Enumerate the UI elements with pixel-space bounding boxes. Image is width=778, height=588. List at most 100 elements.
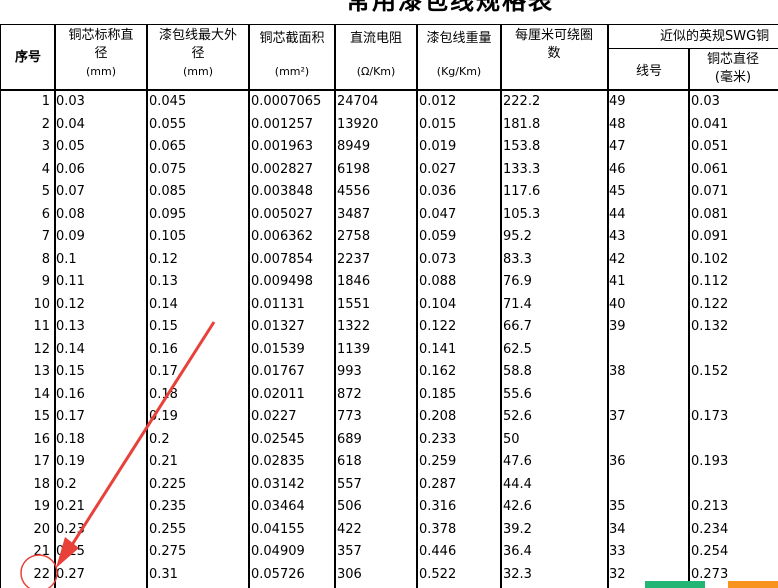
cell-enamel-dia[interactable]: 0.21 [149,451,245,473]
cell-swg-no[interactable]: 46 [609,159,685,181]
cell-resistance[interactable]: 24704 [337,91,413,113]
cell-turns[interactable]: 76.9 [503,271,603,293]
cell-copper-dia[interactable]: 0.12 [56,294,144,316]
cell-copper-dia[interactable]: 0.07 [56,181,144,203]
cell-seq[interactable]: 12 [0,339,50,361]
cell-seq[interactable]: 3 [0,136,50,158]
cell-swg-no[interactable]: 33 [609,541,685,563]
cell-copper-dia[interactable]: 0.1 [56,249,144,271]
cell-resistance[interactable]: 306 [337,564,413,586]
cell-seq[interactable]: 9 [0,271,50,293]
cell-copper-dia[interactable]: 0.13 [56,316,144,338]
cell-weight[interactable]: 0.446 [419,541,497,563]
cell-enamel-dia[interactable]: 0.13 [149,271,245,293]
cell-seq[interactable]: 4 [0,159,50,181]
cell-area[interactable]: 0.02011 [251,384,331,406]
cell-copper-dia[interactable]: 0.18 [56,429,144,451]
cell-weight[interactable]: 0.208 [419,406,497,428]
cell-seq[interactable]: 1 [0,91,50,113]
cell-enamel-dia[interactable]: 0.065 [149,136,245,158]
cell-seq[interactable]: 16 [0,429,50,451]
cell-copper-dia[interactable]: 0.17 [56,406,144,428]
cell-resistance[interactable]: 506 [337,496,413,518]
cell-area[interactable]: 0.005027 [251,204,331,226]
cell-area[interactable]: 0.02545 [251,429,331,451]
cell-copper-dia[interactable]: 0.21 [56,496,144,518]
cell-turns[interactable]: 42.6 [503,496,603,518]
cell-resistance[interactable]: 3487 [337,204,413,226]
cell-resistance[interactable]: 689 [337,429,413,451]
cell-swg-no[interactable] [609,429,685,451]
cell-enamel-dia[interactable]: 0.045 [149,91,245,113]
cell-swg-no[interactable]: 37 [609,406,685,428]
cell-copper-dia[interactable]: 0.09 [56,226,144,248]
cell-resistance[interactable]: 557 [337,474,413,496]
cell-swg-dia[interactable]: 0.081 [691,204,775,226]
cell-turns[interactable]: 222.2 [503,91,603,113]
cell-turns[interactable]: 32.3 [503,564,603,586]
cell-swg-dia[interactable]: 0.091 [691,226,775,248]
cell-swg-dia[interactable]: 0.173 [691,406,775,428]
cell-swg-no[interactable]: 40 [609,294,685,316]
cell-area[interactable]: 0.002827 [251,159,331,181]
cell-weight[interactable]: 0.059 [419,226,497,248]
cell-resistance[interactable]: 1551 [337,294,413,316]
cell-seq[interactable]: 2 [0,114,50,136]
cell-swg-no[interactable]: 36 [609,451,685,473]
cell-copper-dia[interactable]: 0.14 [56,339,144,361]
cell-swg-no[interactable]: 39 [609,316,685,338]
cell-area[interactable]: 0.05726 [251,564,331,586]
cell-resistance[interactable]: 13920 [337,114,413,136]
cell-swg-no[interactable]: 45 [609,181,685,203]
cell-resistance[interactable]: 872 [337,384,413,406]
cell-swg-dia[interactable] [691,474,775,496]
cell-copper-dia[interactable]: 0.23 [56,519,144,541]
cell-swg-dia[interactable]: 0.254 [691,541,775,563]
cell-copper-dia[interactable]: 0.05 [56,136,144,158]
cell-swg-dia[interactable]: 0.193 [691,451,775,473]
cell-weight[interactable]: 0.073 [419,249,497,271]
cell-swg-dia[interactable]: 0.152 [691,361,775,383]
cell-swg-no[interactable] [609,339,685,361]
cell-resistance[interactable]: 4556 [337,181,413,203]
cell-swg-dia[interactable]: 0.051 [691,136,775,158]
cell-seq[interactable]: 14 [0,384,50,406]
cell-seq[interactable]: 13 [0,361,50,383]
cell-seq[interactable]: 11 [0,316,50,338]
cell-copper-dia[interactable]: 0.06 [56,159,144,181]
cell-turns[interactable]: 44.4 [503,474,603,496]
cell-copper-dia[interactable]: 0.11 [56,271,144,293]
cell-swg-no[interactable]: 49 [609,91,685,113]
cell-weight[interactable]: 0.287 [419,474,497,496]
cell-copper-dia[interactable]: 0.27 [56,564,144,586]
cell-turns[interactable]: 50 [503,429,603,451]
cell-weight[interactable]: 0.185 [419,384,497,406]
cell-enamel-dia[interactable]: 0.235 [149,496,245,518]
cell-turns[interactable]: 71.4 [503,294,603,316]
cell-swg-dia[interactable]: 0.102 [691,249,775,271]
cell-weight[interactable]: 0.088 [419,271,497,293]
cell-enamel-dia[interactable]: 0.225 [149,474,245,496]
cell-enamel-dia[interactable]: 0.2 [149,429,245,451]
cell-weight[interactable]: 0.316 [419,496,497,518]
cell-weight[interactable]: 0.233 [419,429,497,451]
cell-swg-dia[interactable]: 0.112 [691,271,775,293]
cell-turns[interactable]: 181.8 [503,114,603,136]
cell-resistance[interactable]: 6198 [337,159,413,181]
cell-enamel-dia[interactable]: 0.16 [149,339,245,361]
cell-area[interactable]: 0.001257 [251,114,331,136]
cell-enamel-dia[interactable]: 0.085 [149,181,245,203]
cell-enamel-dia[interactable]: 0.075 [149,159,245,181]
cell-copper-dia[interactable]: 0.2 [56,474,144,496]
cell-turns[interactable]: 117.6 [503,181,603,203]
cell-enamel-dia[interactable]: 0.12 [149,249,245,271]
cell-turns[interactable]: 47.6 [503,451,603,473]
cell-swg-no[interactable]: 41 [609,271,685,293]
cell-swg-dia[interactable]: 0.234 [691,519,775,541]
cell-enamel-dia[interactable]: 0.19 [149,406,245,428]
cell-weight[interactable]: 0.378 [419,519,497,541]
cell-seq[interactable]: 17 [0,451,50,473]
cell-turns[interactable]: 62.5 [503,339,603,361]
cell-swg-no[interactable]: 42 [609,249,685,271]
cell-area[interactable]: 0.03464 [251,496,331,518]
